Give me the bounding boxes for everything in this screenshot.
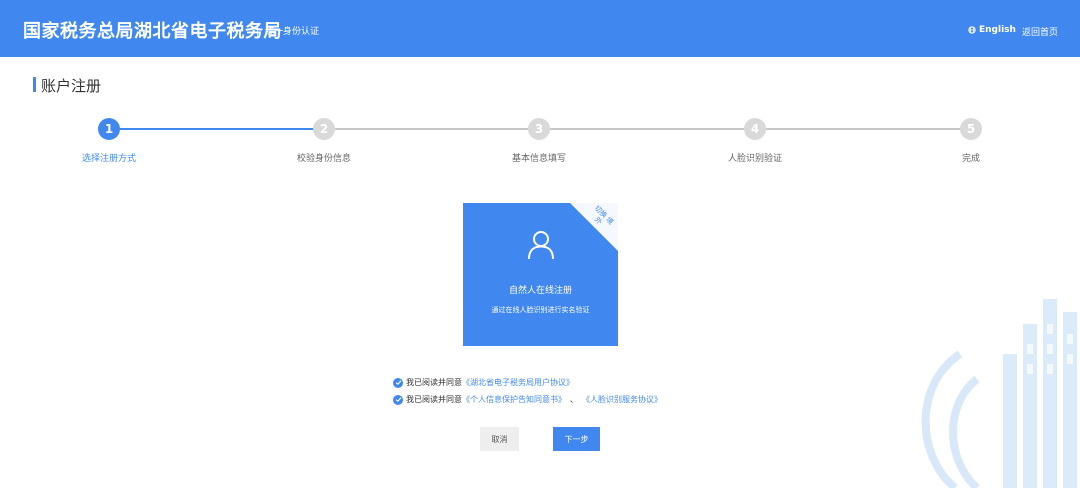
step-4-label: 人脸识别验证 [727,154,783,164]
card-description: 通过在线人脸识别进行实名验证 [491,306,590,314]
check-icon [395,380,401,386]
privacy-consent-link[interactable]: 《个人信息保护告知同意书》 [462,394,566,405]
globe-icon [968,26,976,34]
step-1-label: 选择注册方式 [81,154,137,164]
step-3-circle: 3 [528,118,550,140]
step-3-label: 基本信息填写 [511,154,567,164]
agreement-1-checkbox[interactable] [393,377,403,388]
language-label: English [979,25,1016,35]
step-5-circle: 5 [960,118,982,140]
top-header: 国家税务总局湖北省电子税务局 统一身份认证 English 返回首页 [0,0,1080,57]
title-divider [257,25,258,37]
section-accent-bar [33,77,36,92]
card-title: 自然人在线注册 [508,286,572,296]
agreement-row-1: 我已阅读并同意 《湖北省电子税务局用户协议》 [393,377,574,388]
step-connector-1 [120,128,314,130]
next-step-button[interactable]: 下一步 [553,427,600,451]
agreement-2-checkbox[interactable] [393,394,403,405]
step-connector-3 [549,128,745,130]
cancel-button[interactable]: 取消 [480,427,519,451]
step-1-circle: 1 [98,118,120,140]
agreement-1-prefix: 我已阅读并同意 [406,378,462,387]
agreement-row-2: 我已阅读并同意 《个人信息保护告知同意书》 、 《人脸识别服务协议》 [393,394,662,405]
user-agreement-link[interactable]: 《湖北省电子税务局用户协议》 [462,377,574,388]
agreement-2-prefix: 我已阅读并同意 [406,395,462,404]
step-2-label: 校验身份信息 [296,154,352,164]
tax-emblem-watermark [921,299,1077,488]
step-5-label: 完成 [961,154,981,164]
page-title: 账户注册 [41,77,102,95]
agreement-joiner: 、 [570,395,578,404]
language-switch[interactable]: English [968,25,1016,35]
step-2-circle: 2 [313,118,335,140]
register-method-card[interactable]: 切换 境外 自然人在线注册 通过在线人脸识别进行实名验证 [463,203,618,346]
step-4-circle: 4 [744,118,766,140]
check-icon [395,397,401,403]
site-subtitle: 统一身份认证 [265,27,320,37]
step-connector-4 [765,128,961,130]
home-link[interactable]: 返回首页 [1022,25,1058,38]
site-title: 国家税务总局湖北省电子税务局 [23,21,282,42]
face-recognition-agreement-link[interactable]: 《人脸识别服务协议》 [582,394,662,405]
step-connector-2 [334,128,529,130]
user-icon [528,231,554,260]
